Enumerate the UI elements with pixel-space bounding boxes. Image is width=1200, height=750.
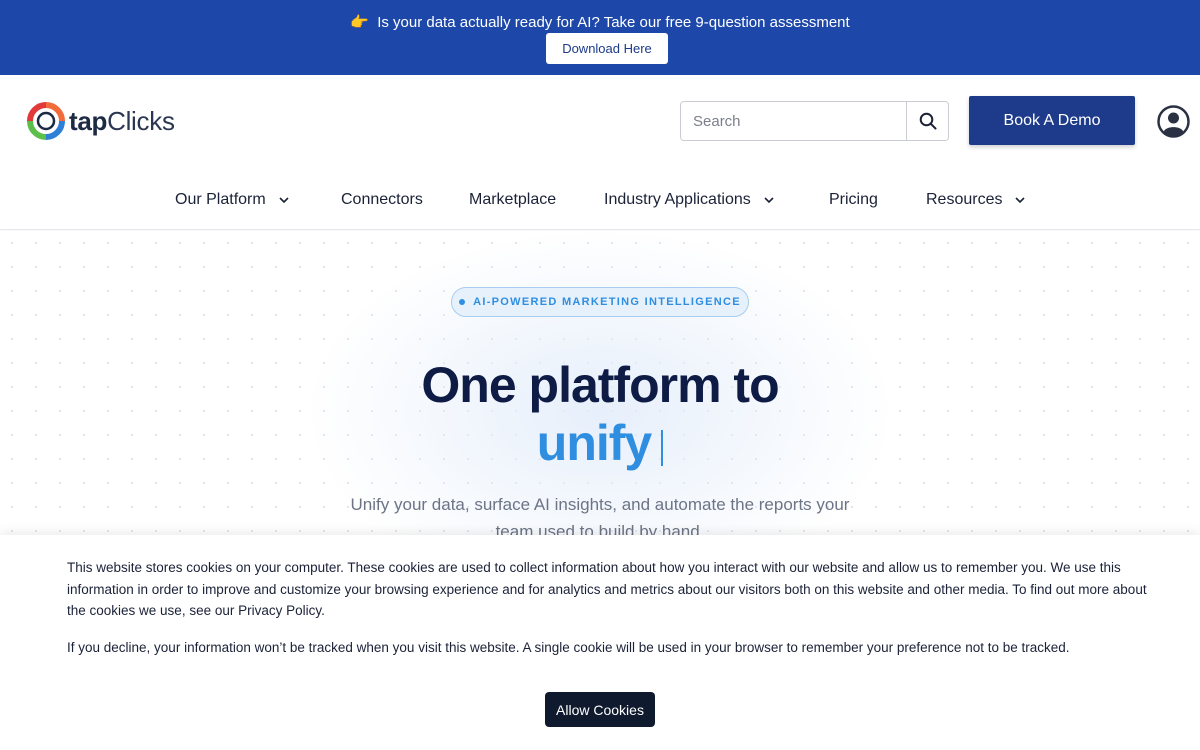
nav-item-our-platform[interactable]: Our Platform (175, 191, 290, 209)
search-box (680, 101, 949, 141)
announcement-text-row: 👉 Is your data actually ready for AI? Ta… (0, 13, 1200, 31)
logo-text-tap: tap (69, 105, 108, 136)
nav-item-label: Resources (926, 191, 1003, 208)
nav-item-resources[interactable]: Resources (926, 191, 1026, 209)
hero-section: AI-POWERED MARKETING INTELLIGENCE One pl… (0, 231, 1200, 535)
nav-item-industry-applications[interactable]: Industry Applications (604, 191, 775, 209)
pointing-hand-icon: 👉 (350, 14, 370, 31)
cookie-decline-text: If you decline, your information won’t b… (67, 640, 1070, 655)
nav-item-label: Marketplace (469, 191, 557, 208)
cookie-banner: This website stores cookies on your comp… (0, 535, 1200, 750)
nav-item-label: Pricing (829, 191, 878, 208)
hero-badge: AI-POWERED MARKETING INTELLIGENCE (451, 287, 749, 317)
book-demo-button[interactable]: Book A Demo (969, 96, 1135, 145)
badge-dot-icon (459, 299, 466, 305)
nav-item-label: Connectors (341, 191, 423, 208)
logo-wordmark: tapClicks (69, 106, 175, 137)
announcement-bar: 👉 Is your data actually ready for AI? Ta… (0, 0, 1200, 75)
site-header: tapClicks Book A Demo Our Platform Conne… (0, 75, 1200, 230)
cookie-notice-text: This website stores cookies on your comp… (67, 560, 1147, 618)
logo-text-clicks: Clicks (107, 105, 175, 136)
chevron-down-icon (1015, 197, 1026, 204)
search-input[interactable] (681, 102, 906, 140)
main-nav: Our Platform Connectors Marketplace Indu… (0, 185, 1200, 217)
search-icon (919, 112, 936, 130)
hero-title: One platform to (421, 357, 779, 413)
download-here-button[interactable]: Download Here (546, 33, 668, 64)
tapclicks-logo[interactable]: tapClicks (26, 100, 175, 142)
hero-subtitle: Unify your data, surface AI insights, an… (350, 495, 850, 535)
nav-item-pricing[interactable]: Pricing (829, 191, 878, 209)
nav-item-connectors[interactable]: Connectors (341, 191, 423, 209)
search-button[interactable] (906, 102, 948, 140)
user-circle-icon[interactable] (1157, 105, 1190, 138)
nav-item-marketplace[interactable]: Marketplace (469, 191, 556, 209)
hero-badge-text: AI-POWERED MARKETING INTELLIGENCE (473, 296, 741, 308)
nav-item-label: Industry Applications (604, 191, 751, 208)
typing-cursor (661, 430, 664, 466)
announcement-text: Is your data actually ready for AI? Take… (377, 14, 850, 31)
tapclicks-logo-icon (27, 102, 65, 140)
hero-rotating-word-row: unify (0, 414, 1200, 472)
chevron-down-icon (279, 197, 289, 204)
chevron-down-icon (764, 197, 774, 204)
hero-rotating-word: unify (536, 415, 652, 471)
allow-cookies-button[interactable]: Allow Cookies (545, 692, 655, 727)
nav-item-label: Our Platform (175, 191, 266, 208)
